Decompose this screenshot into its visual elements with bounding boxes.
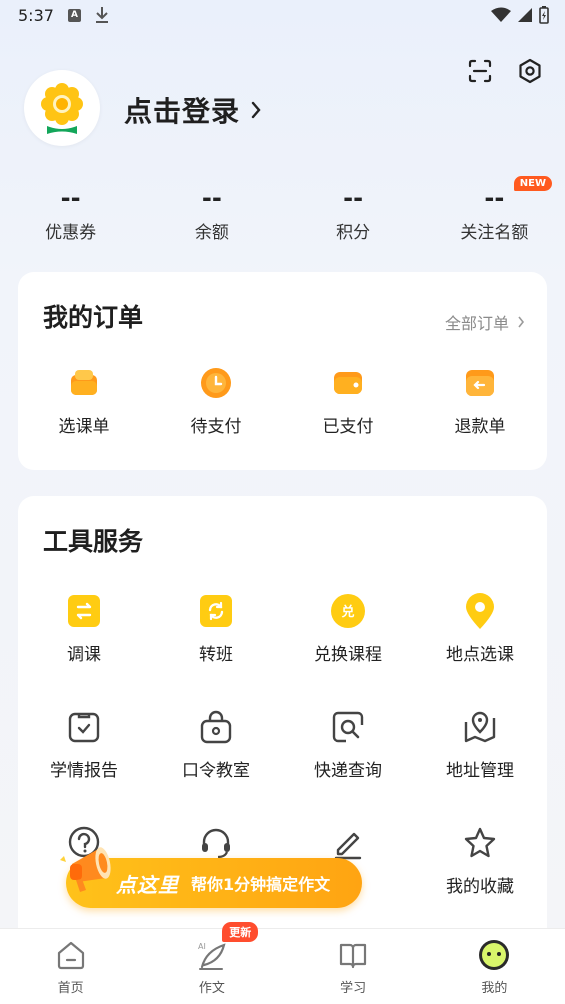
megaphone-icon bbox=[60, 847, 111, 892]
status-time: 5:37 bbox=[18, 6, 54, 25]
stat-points[interactable]: -- 积分 bbox=[283, 184, 424, 243]
stat-follow-quota[interactable]: NEW -- 关注名额 bbox=[424, 176, 565, 243]
grid-label: 口令教室 bbox=[182, 761, 250, 781]
tool-redeem-course[interactable]: 兑 兑换课程 bbox=[282, 592, 414, 665]
grid-label: 快递查询 bbox=[314, 761, 382, 781]
tool-password-classroom[interactable]: 口令教室 bbox=[150, 708, 282, 781]
orders-row: 选课单 待支付 已支付 退款单 bbox=[18, 364, 547, 437]
promo-text: 帮你1分钟搞定作文 bbox=[191, 875, 331, 894]
settings-icon[interactable] bbox=[517, 58, 543, 84]
nav-study[interactable]: 学习 bbox=[283, 929, 424, 1004]
stat-value: -- bbox=[343, 184, 364, 212]
grid-label: 选课单 bbox=[58, 417, 110, 437]
tool-favorites[interactable]: 我的收藏 bbox=[414, 824, 546, 897]
smiley-icon bbox=[479, 940, 510, 970]
tool-location-select[interactable]: 地点选课 bbox=[414, 592, 546, 665]
nav-mine[interactable]: 我的 bbox=[424, 929, 565, 1004]
all-orders-label: 全部订单 bbox=[444, 314, 509, 333]
nav-label: 我的 bbox=[481, 981, 508, 996]
book-icon bbox=[340, 943, 367, 969]
stat-value: -- bbox=[60, 184, 81, 212]
grid-label: 地址管理 bbox=[446, 761, 514, 781]
home-icon bbox=[57, 941, 84, 970]
nav-label: 首页 bbox=[57, 981, 84, 996]
battery-icon bbox=[539, 6, 549, 24]
tool-transfer-class[interactable]: 转班 bbox=[150, 592, 282, 665]
refund-icon bbox=[461, 364, 499, 402]
clipboard-check-icon bbox=[65, 708, 103, 746]
grid-label: 兑换课程 bbox=[314, 645, 382, 665]
cart-icon bbox=[65, 364, 103, 402]
login-button[interactable]: 点击登录 bbox=[124, 90, 262, 130]
tools-row-1: 调课 转班 兑 兑换课程 地点选课 bbox=[18, 592, 547, 665]
swap-icon bbox=[65, 592, 103, 630]
tools-row-2: 学情报告 口令教室 快递查询 地址管理 bbox=[18, 708, 547, 781]
stat-label: 优惠券 bbox=[45, 223, 97, 243]
tool-express-query[interactable]: 快递查询 bbox=[282, 708, 414, 781]
stat-balance[interactable]: -- 余额 bbox=[141, 184, 282, 243]
download-icon bbox=[96, 7, 108, 23]
pencil-icon bbox=[329, 824, 367, 862]
header-actions bbox=[467, 58, 543, 84]
chevron-right-icon bbox=[518, 316, 525, 328]
refresh-icon bbox=[197, 592, 235, 630]
signal-icon bbox=[518, 8, 532, 22]
location-pin-icon bbox=[461, 592, 499, 630]
grid-label: 我的收藏 bbox=[446, 877, 514, 897]
search-doc-icon bbox=[329, 708, 367, 746]
stat-value: -- bbox=[201, 184, 222, 212]
order-paid[interactable]: 已支付 bbox=[282, 364, 414, 437]
stat-label: 余额 bbox=[194, 223, 229, 243]
tool-study-report[interactable]: 学情报告 bbox=[18, 708, 150, 781]
map-pin-icon bbox=[461, 708, 499, 746]
nav-home[interactable]: 首页 bbox=[0, 929, 141, 1004]
order-refund[interactable]: 退款单 bbox=[414, 364, 546, 437]
wifi-icon bbox=[491, 7, 511, 22]
grid-label: 已支付 bbox=[322, 417, 374, 437]
new-badge: NEW bbox=[513, 176, 552, 191]
grid-label: 退款单 bbox=[454, 417, 506, 437]
lock-bag-icon bbox=[197, 708, 235, 746]
nav-label: 学习 bbox=[340, 981, 367, 996]
avatar[interactable] bbox=[24, 70, 100, 146]
account-stats: -- 优惠券 -- 余额 -- 积分 NEW -- 关注名额 bbox=[0, 176, 565, 243]
sunflower-logo-icon bbox=[41, 83, 83, 134]
orders-title: 我的订单 bbox=[43, 303, 144, 332]
grid-label: 调课 bbox=[67, 645, 101, 665]
exchange-icon: 兑 bbox=[329, 592, 367, 630]
font-a-icon: A bbox=[68, 9, 81, 22]
grid-label: 待支付 bbox=[190, 417, 242, 437]
chevron-right-icon bbox=[251, 101, 261, 119]
orders-card: 我的订单 全部订单 选课单 待支付 已支付 退款单 bbox=[18, 272, 547, 470]
tools-title: 工具服务 bbox=[43, 527, 144, 556]
login-text: 点击登录 bbox=[124, 95, 241, 128]
grid-label: 地点选课 bbox=[446, 645, 514, 665]
svg-text:AI: AI bbox=[198, 942, 206, 951]
promo-cta: 点这里 bbox=[116, 872, 179, 897]
exchange-glyph: 兑 bbox=[341, 604, 354, 620]
clock-icon bbox=[197, 364, 235, 402]
ai-feather-icon: AI bbox=[198, 942, 226, 970]
update-badge: 更新 bbox=[222, 922, 259, 942]
headset-icon bbox=[197, 824, 235, 862]
stat-label: 积分 bbox=[336, 223, 371, 243]
bottom-nav: 首页 更新 AI 作文 学习 我的 bbox=[0, 922, 565, 1004]
tool-adjust-class[interactable]: 调课 bbox=[18, 592, 150, 665]
order-pending[interactable]: 待支付 bbox=[150, 364, 282, 437]
wallet-icon bbox=[329, 364, 367, 402]
scan-icon[interactable] bbox=[467, 58, 493, 84]
tool-address-manage[interactable]: 地址管理 bbox=[414, 708, 546, 781]
grid-label: 学情报告 bbox=[50, 761, 118, 781]
nav-label: 作文 bbox=[198, 981, 225, 996]
grid-label: 转班 bbox=[199, 645, 233, 665]
nav-essay[interactable]: 更新 AI 作文 bbox=[141, 922, 282, 1004]
stat-label: 关注名额 bbox=[460, 223, 529, 243]
status-bar: 5:37 A bbox=[0, 0, 565, 34]
all-orders-link[interactable]: 全部订单 bbox=[445, 310, 525, 334]
stat-coupons[interactable]: -- 优惠券 bbox=[0, 184, 141, 243]
order-cart[interactable]: 选课单 bbox=[18, 364, 150, 437]
star-icon bbox=[461, 824, 499, 862]
